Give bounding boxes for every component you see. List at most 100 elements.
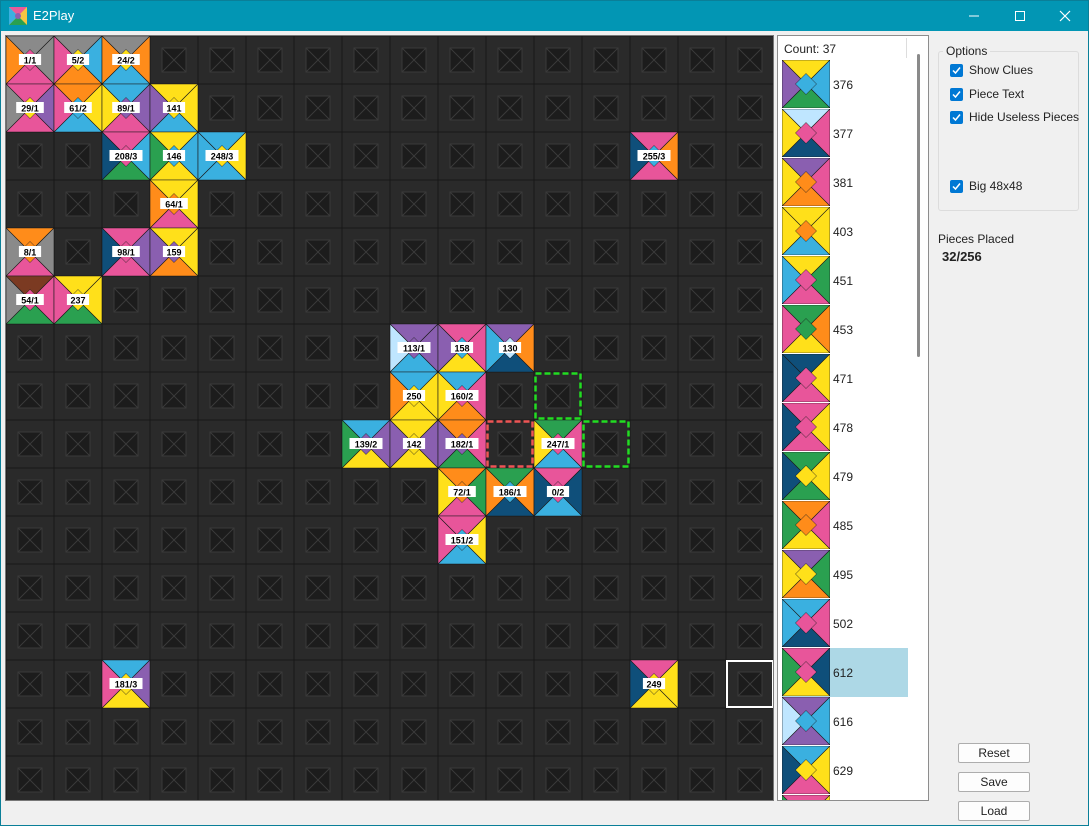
empty-cell[interactable] (677, 371, 727, 421)
empty-cell[interactable] (677, 227, 727, 277)
empty-cell[interactable] (293, 563, 343, 613)
empty-cell[interactable] (629, 755, 679, 800)
empty-cell[interactable] (293, 755, 343, 800)
empty-cell[interactable] (149, 371, 199, 421)
empty-cell[interactable] (293, 179, 343, 229)
empty-cell[interactable] (341, 515, 391, 565)
empty-cell[interactable] (581, 131, 631, 181)
empty-cell[interactable] (341, 467, 391, 517)
piece-list-item[interactable]: 451 (782, 256, 908, 305)
empty-cell[interactable] (245, 755, 295, 800)
empty-cell[interactable] (53, 755, 103, 800)
placed-piece[interactable]: 160/2 (437, 371, 487, 421)
empty-cell[interactable] (6, 515, 55, 565)
piece-list-item[interactable]: 629 (782, 746, 908, 795)
empty-cell[interactable] (293, 323, 343, 373)
placed-piece[interactable]: 158 (437, 323, 487, 373)
piece-list-item[interactable]: 478 (782, 403, 908, 452)
empty-cell[interactable] (485, 131, 535, 181)
empty-cell[interactable] (485, 227, 535, 277)
piece-list-item[interactable]: 485 (782, 501, 908, 550)
empty-cell[interactable] (293, 371, 343, 421)
empty-cell[interactable] (677, 515, 727, 565)
empty-cell[interactable] (485, 419, 535, 469)
empty-cell[interactable] (485, 83, 535, 133)
empty-cell[interactable] (6, 323, 55, 373)
load-button[interactable]: Load (958, 801, 1030, 821)
piece-list-item[interactable]: 471 (782, 354, 908, 403)
empty-cell[interactable] (581, 659, 631, 709)
placed-piece[interactable]: 159 (149, 227, 199, 277)
empty-cell[interactable] (197, 515, 247, 565)
show-clues-option[interactable]: Show Clues (950, 62, 1033, 78)
piece-list-item[interactable]: 376 (782, 60, 908, 109)
empty-cell[interactable] (725, 515, 773, 565)
empty-cell[interactable] (149, 275, 199, 325)
piece-list-item[interactable]: 479 (782, 452, 908, 501)
empty-cell[interactable] (101, 323, 151, 373)
empty-cell[interactable] (725, 563, 773, 613)
empty-cell[interactable] (245, 83, 295, 133)
empty-cell[interactable] (53, 563, 103, 613)
empty-cell[interactable] (725, 755, 773, 800)
piece-list-item[interactable]: 453 (782, 305, 908, 354)
empty-cell[interactable] (245, 275, 295, 325)
empty-cell[interactable] (533, 659, 583, 709)
minimize-button[interactable] (951, 1, 997, 31)
empty-cell[interactable] (149, 563, 199, 613)
empty-cell[interactable] (677, 275, 727, 325)
empty-cell[interactable] (6, 179, 55, 229)
empty-cell[interactable] (341, 179, 391, 229)
empty-cell[interactable] (53, 707, 103, 757)
empty-cell[interactable] (149, 515, 199, 565)
placed-piece[interactable]: 5/2 (53, 36, 103, 85)
placed-piece[interactable]: 130 (485, 323, 535, 373)
empty-cell[interactable] (533, 36, 583, 85)
empty-cell[interactable] (437, 707, 487, 757)
placed-piece[interactable]: 8/1 (6, 227, 55, 277)
placed-piece[interactable]: 237 (53, 275, 103, 325)
big-48x48-option[interactable]: Big 48x48 (950, 178, 1022, 194)
empty-cell[interactable] (53, 515, 103, 565)
empty-cell[interactable] (341, 36, 391, 85)
placed-piece[interactable]: 89/1 (101, 83, 151, 133)
empty-cell[interactable] (485, 563, 535, 613)
empty-cell[interactable] (437, 659, 487, 709)
empty-cell[interactable] (293, 467, 343, 517)
empty-cell[interactable] (6, 467, 55, 517)
empty-cell[interactable] (245, 659, 295, 709)
empty-cell[interactable] (197, 707, 247, 757)
placed-piece[interactable]: 151/2 (437, 515, 487, 565)
empty-cell[interactable] (437, 179, 487, 229)
empty-cell[interactable] (389, 275, 439, 325)
empty-cell[interactable] (629, 563, 679, 613)
empty-cell[interactable] (149, 36, 199, 85)
empty-cell[interactable] (437, 611, 487, 661)
empty-cell[interactable] (677, 563, 727, 613)
empty-cell[interactable] (245, 467, 295, 517)
empty-cell[interactable] (581, 227, 631, 277)
empty-cell[interactable] (53, 371, 103, 421)
empty-cell[interactable] (245, 707, 295, 757)
placed-piece[interactable]: 248/3 (197, 131, 247, 181)
empty-cell[interactable] (533, 755, 583, 800)
empty-cell[interactable] (341, 227, 391, 277)
empty-cell[interactable] (725, 275, 773, 325)
empty-cell[interactable] (629, 707, 679, 757)
empty-cell[interactable] (629, 467, 679, 517)
empty-cell[interactable] (149, 611, 199, 661)
empty-cell[interactable] (6, 611, 55, 661)
empty-cell[interactable] (629, 83, 679, 133)
placed-piece[interactable]: 139/2 (341, 419, 391, 469)
empty-cell[interactable] (725, 371, 773, 421)
empty-cell[interactable] (533, 83, 583, 133)
empty-cell[interactable] (197, 227, 247, 277)
empty-cell[interactable] (293, 515, 343, 565)
empty-cell[interactable] (485, 515, 535, 565)
piece-list-item[interactable]: 502 (782, 599, 908, 648)
placed-piece[interactable]: 142 (389, 419, 439, 469)
empty-cell[interactable] (581, 419, 631, 469)
empty-cell[interactable] (725, 707, 773, 757)
empty-cell[interactable] (245, 371, 295, 421)
empty-cell[interactable] (245, 419, 295, 469)
